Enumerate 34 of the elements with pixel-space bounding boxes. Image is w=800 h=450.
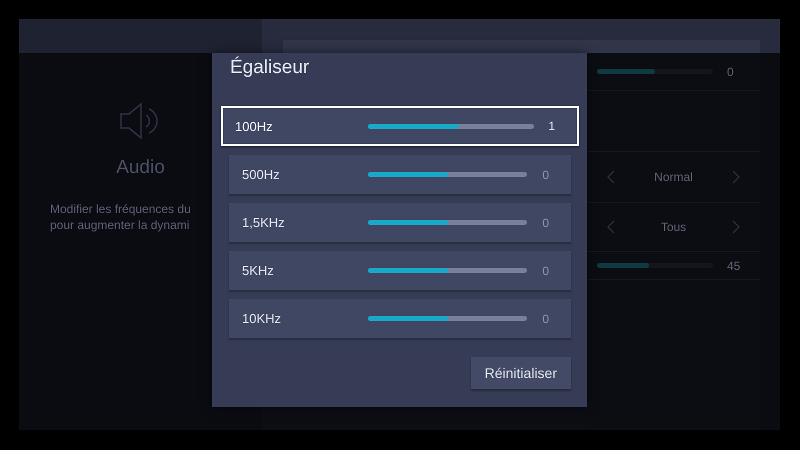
- band-row[interactable]: 1,5KHz 0: [229, 203, 571, 242]
- option-value: Tous: [660, 220, 688, 234]
- band-value: 1: [548, 119, 555, 133]
- band-value: 0: [542, 216, 549, 230]
- chevron-left-icon[interactable]: [607, 220, 615, 234]
- slider-value: 45: [727, 258, 740, 272]
- band-value: 0: [542, 168, 549, 182]
- band-value: 0: [542, 264, 549, 278]
- band-row[interactable]: 5KHz 0: [229, 251, 571, 290]
- slider-track[interactable]: [597, 263, 713, 268]
- chevron-left-icon[interactable]: [607, 170, 615, 184]
- option-value: Normal: [653, 170, 694, 184]
- section-description: Modifier les fréquences du pour augmenter la dynami: [50, 201, 191, 233]
- chevron-right-icon[interactable]: [732, 220, 740, 234]
- band-row[interactable]: 10KHz 0: [229, 299, 571, 338]
- reset-button[interactable]: Réinitialiser: [470, 357, 571, 389]
- band-label: 10KHz: [242, 311, 282, 326]
- slider-track[interactable]: [368, 268, 527, 273]
- band-label: 500Hz: [242, 167, 281, 182]
- section-title: Audio: [116, 157, 165, 179]
- band-row[interactable]: 500Hz 0: [229, 155, 571, 194]
- slider-track[interactable]: [597, 69, 713, 74]
- band-label: 5KHz: [242, 263, 275, 278]
- slider-track[interactable]: [368, 172, 527, 177]
- band-label: 1,5KHz: [242, 215, 286, 230]
- slider-track[interactable]: [368, 220, 527, 225]
- band-value: 0: [542, 312, 549, 326]
- band-row[interactable]: 100Hz 1: [221, 106, 579, 146]
- band-label: 100Hz: [235, 118, 274, 134]
- slider-value: 0: [727, 64, 734, 78]
- chevron-right-icon[interactable]: [732, 170, 740, 184]
- dialog-title: Égaliseur: [230, 57, 310, 80]
- slider-track[interactable]: [368, 316, 527, 321]
- slider-track[interactable]: [368, 124, 534, 128]
